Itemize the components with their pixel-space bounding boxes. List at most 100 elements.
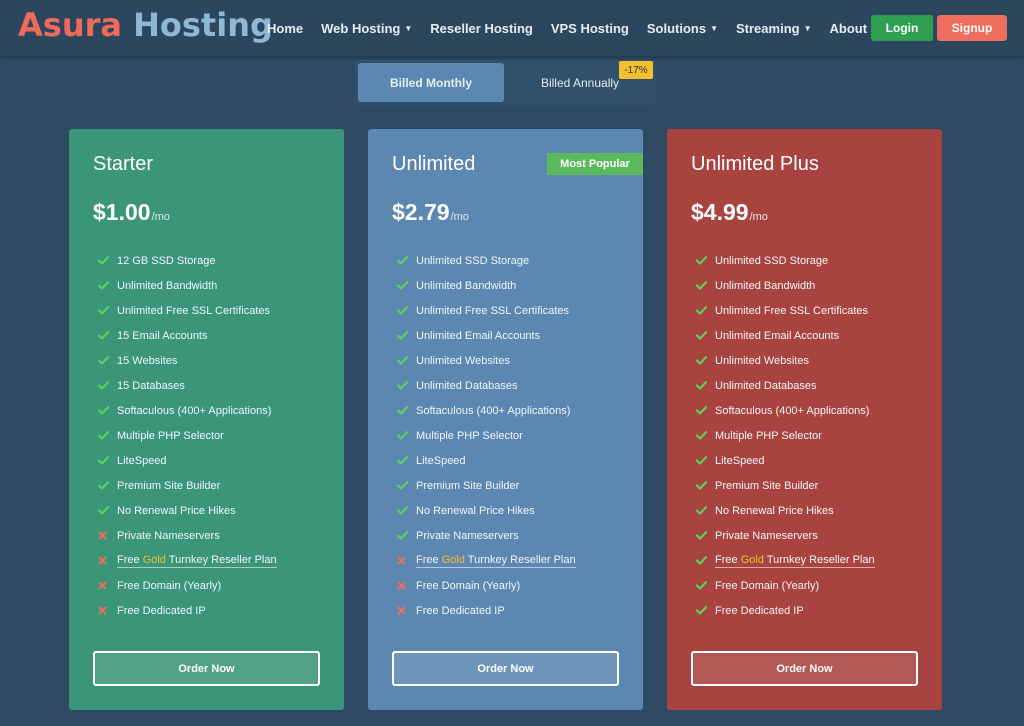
check-icon: [696, 556, 710, 565]
cross-icon: [98, 556, 112, 565]
feature-text[interactable]: Free Gold Turnkey Reseller Plan: [117, 554, 277, 568]
order-now-button[interactable]: Order Now: [691, 651, 918, 686]
check-icon: [98, 406, 112, 415]
price-period: /mo: [749, 211, 768, 223]
feature-item: 15 Websites: [98, 348, 277, 373]
feature-text[interactable]: Free Gold Turnkey Reseller Plan: [715, 554, 875, 568]
nav-item-vps-hosting[interactable]: VPS Hosting: [542, 21, 638, 36]
order-now-button[interactable]: Order Now: [392, 651, 619, 686]
feature-text: Unlimited Bandwidth: [715, 280, 815, 292]
cross-icon: [397, 606, 411, 615]
feature-item: Unlimited Email Accounts: [397, 323, 576, 348]
caret-down-icon: ▼: [710, 23, 718, 33]
check-icon: [696, 606, 710, 615]
feature-text: 15 Websites: [117, 355, 177, 367]
check-icon: [397, 406, 411, 415]
feature-item: Private Nameservers: [397, 523, 576, 548]
feature-text: Premium Site Builder: [416, 480, 519, 492]
feature-item: Free Dedicated IP: [98, 598, 277, 623]
feature-item: No Renewal Price Hikes: [98, 498, 277, 523]
feature-item: Unlimited Bandwidth: [397, 273, 576, 298]
feature-text-label: No Renewal Price Hikes: [416, 504, 535, 517]
main-nav: Home Web Hosting ▼ Reseller Hosting VPS …: [258, 0, 896, 56]
cross-icon: [397, 581, 411, 590]
nav-item-home[interactable]: Home: [258, 21, 312, 36]
check-icon: [696, 506, 710, 515]
feature-text-label: 12 GB SSD Storage: [117, 254, 216, 267]
feature-text-label: Unlimited Websites: [715, 354, 809, 367]
plan-price: $2.79/mo: [392, 199, 469, 226]
feature-text-label: Turnkey Reseller Plan: [763, 553, 875, 566]
feature-item: Unlimited Databases: [696, 373, 875, 398]
feature-text-label: Unlimited SSD Storage: [416, 254, 530, 267]
signup-button[interactable]: Signup: [937, 15, 1007, 41]
feature-text: Free Dedicated IP: [416, 605, 505, 617]
feature-text-label: Private Nameservers: [117, 529, 220, 542]
check-icon: [397, 431, 411, 440]
feature-item: Unlimited Bandwidth: [696, 273, 875, 298]
check-icon: [696, 256, 710, 265]
feature-text: LiteSpeed: [416, 455, 466, 467]
feature-item: Unlimited Databases: [397, 373, 576, 398]
nav-item-label: VPS Hosting: [550, 20, 629, 36]
check-icon: [98, 331, 112, 340]
feature-text: Softaculous (400+ Applications): [117, 405, 271, 417]
nav-item-streaming[interactable]: Streaming ▼: [727, 21, 821, 36]
feature-text-label: Unlimited Bandwidth: [117, 279, 218, 292]
feature-text: Unlimited Bandwidth: [117, 280, 217, 292]
plan-name: Starter: [93, 153, 154, 175]
feature-text: Free Dedicated IP: [715, 605, 804, 617]
nav-item-label: Reseller Hosting: [430, 20, 533, 36]
feature-item: 15 Databases: [98, 373, 277, 398]
nav-item-web-hosting[interactable]: Web Hosting ▼: [312, 21, 421, 36]
site-header: Asura Hosting Home Web Hosting ▼ Reselle…: [0, 0, 1024, 56]
feature-item: Free Domain (Yearly): [98, 573, 277, 598]
feature-text-label: Unlimited Databases: [416, 379, 518, 392]
feature-item: Softaculous (400+ Applications): [98, 398, 277, 423]
feature-text: Free Domain (Yearly): [416, 580, 520, 592]
feature-item: Free Gold Turnkey Reseller Plan: [696, 548, 875, 573]
feature-item: LiteSpeed: [397, 448, 576, 473]
check-icon: [696, 356, 710, 365]
feature-item: Unlimited Free SSL Certificates: [397, 298, 576, 323]
feature-text-label: Unlimited Email Accounts: [416, 329, 541, 342]
feature-text-label: Unlimited Free SSL Certificates: [416, 304, 570, 317]
feature-text-label: Multiple PHP Selector: [416, 429, 523, 442]
feature-text-label: 15 Websites: [117, 354, 178, 367]
feature-item: Unlimited Email Accounts: [696, 323, 875, 348]
feature-item: 15 Email Accounts: [98, 323, 277, 348]
check-icon: [98, 506, 112, 515]
annual-discount-badge: -17%: [619, 61, 653, 79]
plan-price: $1.00/mo: [93, 199, 170, 226]
feature-text-label: Premium Site Builder: [117, 479, 221, 492]
feature-text: Unlimited Free SSL Certificates: [715, 305, 868, 317]
feature-item: Unlimited SSD Storage: [397, 248, 576, 273]
login-button[interactable]: Login: [871, 15, 933, 41]
feature-text-label: Turnkey Reseller Plan: [464, 553, 576, 566]
feature-text[interactable]: Free Gold Turnkey Reseller Plan: [416, 554, 576, 568]
feature-text-label: Premium Site Builder: [416, 479, 520, 492]
nav-item-solutions[interactable]: Solutions ▼: [638, 21, 727, 36]
feature-text-label: No Renewal Price Hikes: [715, 504, 834, 517]
feature-list: Unlimited SSD Storage Unlimited Bandwidth…: [397, 248, 576, 623]
feature-text-label: LiteSpeed: [715, 454, 765, 467]
order-now-button[interactable]: Order Now: [93, 651, 320, 686]
feature-text-label: 15 Email Accounts: [117, 329, 208, 342]
site-logo[interactable]: Asura Hosting: [18, 6, 273, 44]
feature-item: No Renewal Price Hikes: [696, 498, 875, 523]
feature-text-highlight: Gold: [441, 553, 465, 566]
feature-text: Unlimited Email Accounts: [416, 330, 540, 342]
feature-item: Free Domain (Yearly): [397, 573, 576, 598]
billed-monthly-option[interactable]: Billed Monthly: [358, 63, 504, 102]
check-icon: [397, 281, 411, 290]
feature-text: Premium Site Builder: [117, 480, 220, 492]
feature-item: Softaculous (400+ Applications): [696, 398, 875, 423]
check-icon: [98, 306, 112, 315]
check-icon: [397, 306, 411, 315]
feature-text-label: Unlimited Free SSL Certificates: [117, 304, 271, 317]
nav-item-reseller-hosting[interactable]: Reseller Hosting: [421, 21, 542, 36]
cross-icon: [98, 531, 112, 540]
feature-text-prefix: Free: [117, 553, 143, 566]
feature-text-label: Private Nameservers: [416, 529, 519, 542]
feature-item: Multiple PHP Selector: [696, 423, 875, 448]
